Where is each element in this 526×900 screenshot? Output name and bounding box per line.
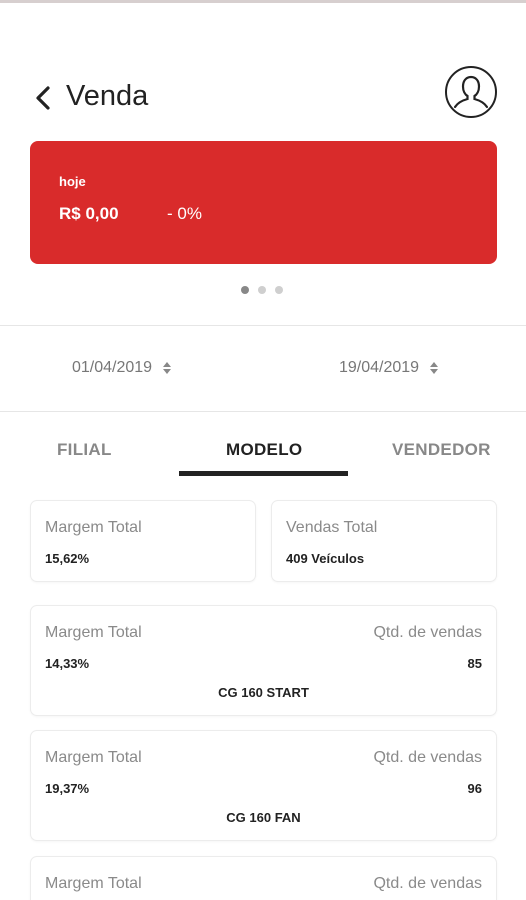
page-title: Venda [66, 80, 149, 112]
model-card[interactable]: Margem Total Qtd. de vendas 19,37% 96 CG… [30, 730, 497, 841]
back-button[interactable] [32, 84, 54, 112]
model-name: CG 160 FAN [226, 810, 301, 825]
total-margin-value: 15,62% [45, 551, 90, 566]
qty-value: 85 [467, 656, 482, 671]
qty-label: Qtd. de vendas [373, 624, 482, 641]
end-date-picker[interactable]: 19/04/2019 [339, 359, 439, 377]
section-divider [0, 325, 526, 326]
carousel-dot-3[interactable] [275, 286, 283, 294]
qty-value: 96 [467, 781, 482, 796]
start-date-picker[interactable]: 01/04/2019 [72, 359, 172, 377]
model-card[interactable]: Margem Total Qtd. de vendas 14,33% 85 CG… [30, 605, 497, 716]
tab-filial[interactable]: FILIAL [57, 440, 112, 460]
qty-label: Qtd. de vendas [373, 749, 482, 766]
tab-bar: FILIAL MODELO VENDEDOR [0, 425, 526, 480]
end-date-value: 19/04/2019 [339, 359, 420, 376]
chevron-left-icon [36, 86, 50, 110]
tab-modelo[interactable]: MODELO [226, 440, 302, 460]
total-sales-card: Vendas Total 409 Veículos [271, 500, 497, 582]
sales-summary-card[interactable]: hoje R$ 0,00 - 0% [30, 141, 497, 264]
carousel-dot-2[interactable] [258, 286, 266, 294]
status-bar-divider [0, 0, 526, 3]
margin-label: Margem Total [45, 624, 142, 641]
model-card[interactable]: Margem Total Qtd. de vendas [30, 856, 497, 900]
period-label: hoje [59, 174, 86, 189]
qty-label: Qtd. de vendas [373, 875, 482, 892]
margin-label: Margem Total [45, 749, 142, 766]
carousel-dot-1[interactable] [241, 286, 249, 294]
active-tab-indicator [179, 471, 348, 476]
app-header: Venda [0, 60, 526, 140]
total-sales-value: 409 Veículos [286, 551, 365, 566]
total-margin-card: Margem Total 15,62% [30, 500, 256, 582]
margin-label: Margem Total [45, 875, 142, 892]
profile-button[interactable] [445, 66, 497, 118]
tab-vendedor[interactable]: VENDEDOR [392, 440, 491, 460]
total-sales-label: Vendas Total [286, 519, 378, 536]
carousel-indicator [241, 286, 283, 294]
total-margin-label: Margem Total [45, 519, 142, 536]
sales-change: - 0% [167, 204, 202, 223]
user-avatar-icon [453, 75, 489, 109]
margin-value: 14,33% [45, 656, 90, 671]
sort-arrows-icon [163, 362, 172, 374]
model-name: CG 160 START [218, 685, 309, 700]
sales-amount: R$ 0,00 [59, 204, 119, 223]
sort-arrows-icon [430, 362, 439, 374]
section-divider [0, 411, 526, 412]
start-date-value: 01/04/2019 [72, 359, 153, 376]
margin-value: 19,37% [45, 781, 90, 796]
